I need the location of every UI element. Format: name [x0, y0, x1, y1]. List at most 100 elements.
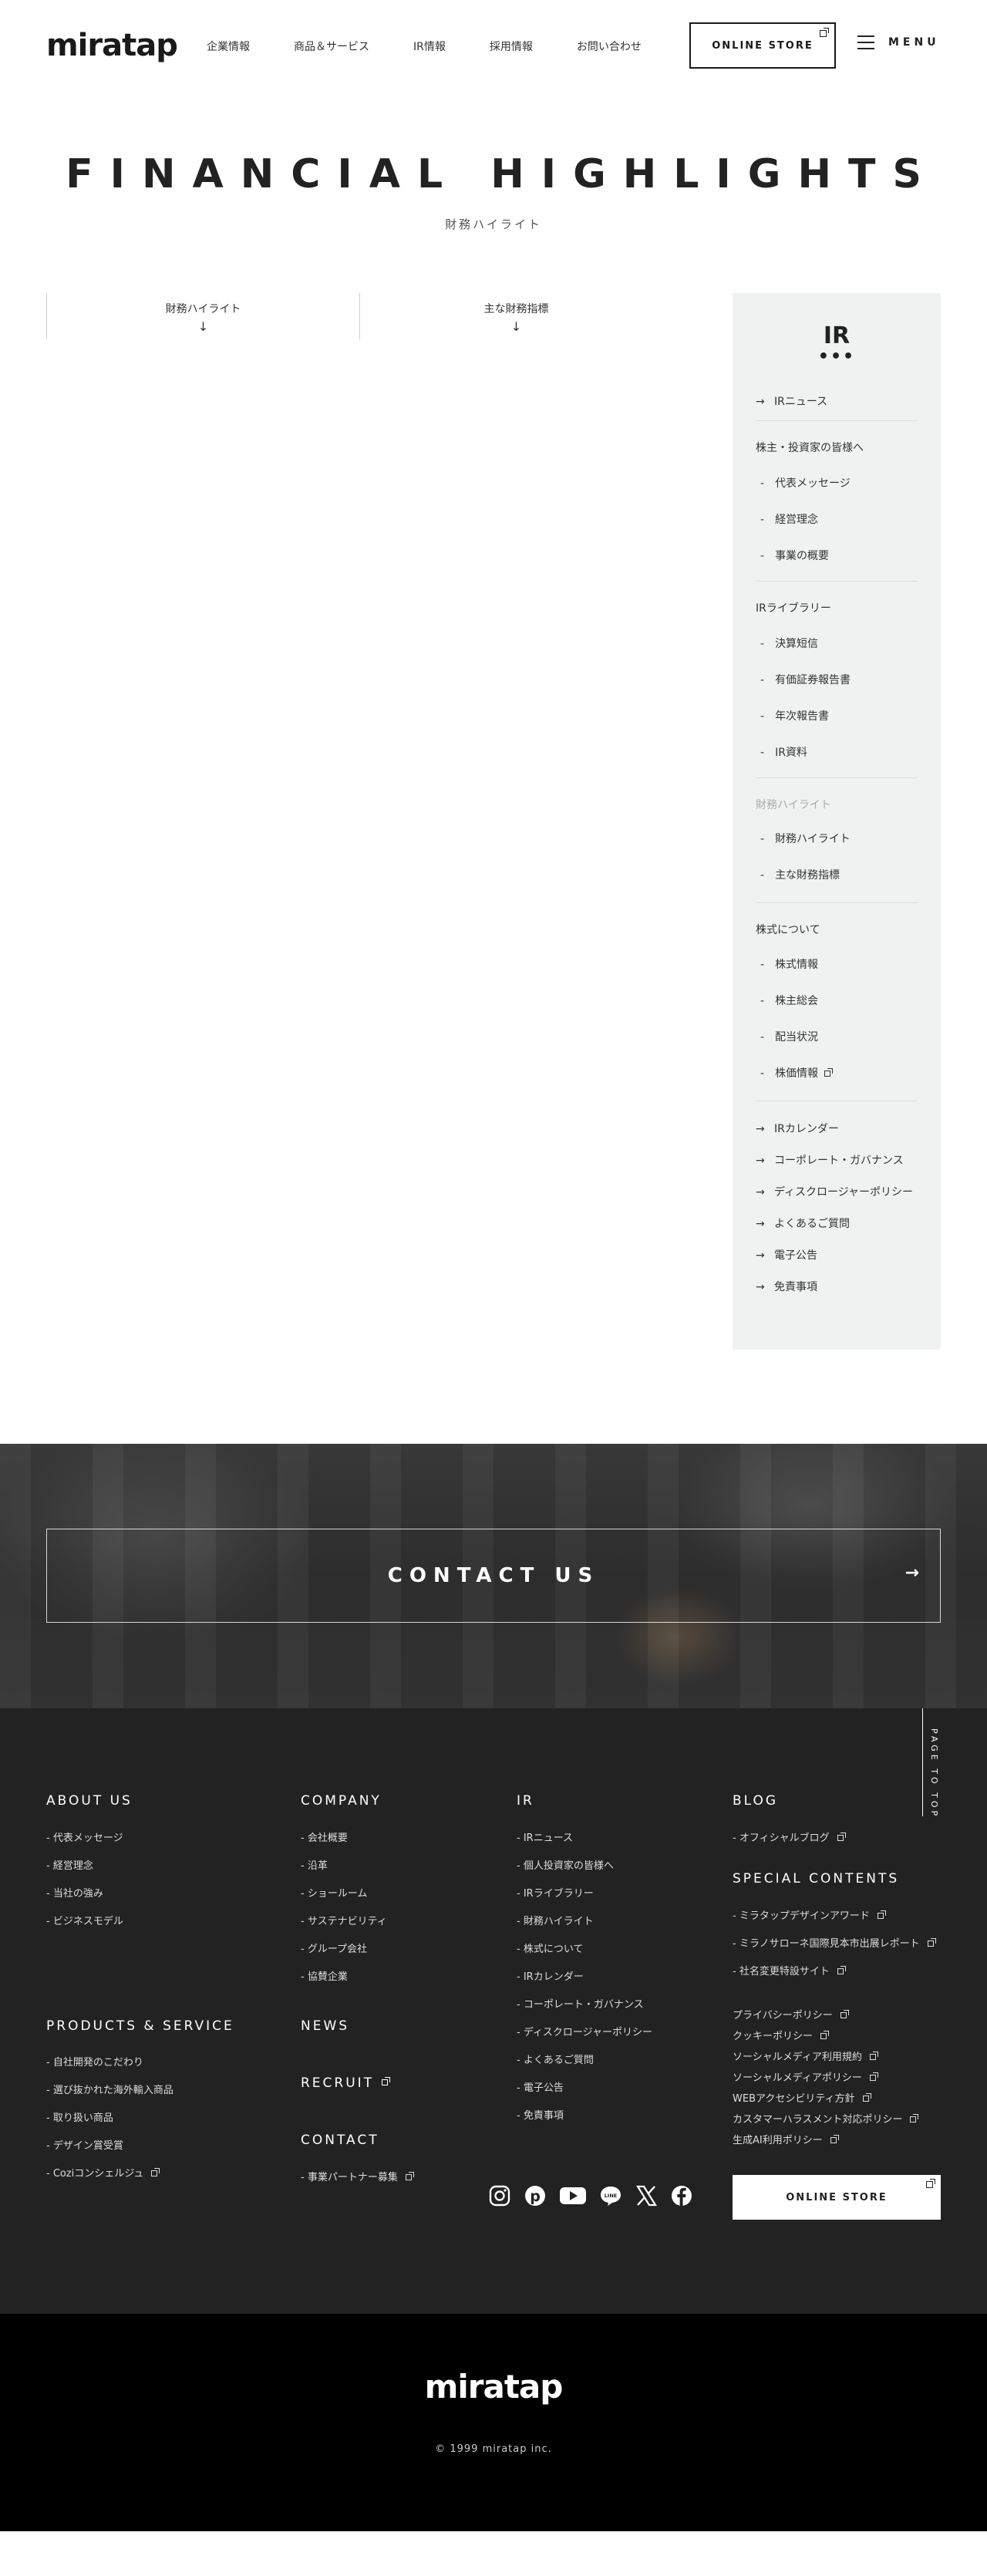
- footer-link[interactable]: - 会社概要: [301, 1829, 348, 1844]
- sidebar-item-highlights[interactable]: - 財務ハイライト: [760, 831, 851, 846]
- contact-us-button[interactable]: CONTACT US →: [46, 1529, 941, 1623]
- sidebar-item-stock-price[interactable]: - 株価情報: [760, 1065, 834, 1081]
- footer-link[interactable]: - 個人投資家の皆様へ: [517, 1857, 614, 1872]
- footer-link-milan[interactable]: - ミラノサローネ国際見本市出展レポート: [733, 1935, 936, 1950]
- line-icon[interactable]: LINE: [599, 2184, 622, 2207]
- anchor-key-indicators[interactable]: 主な財務指標 ↓: [359, 293, 672, 339]
- footer-heading-blog[interactable]: BLOG: [733, 1793, 778, 1809]
- footer-link[interactable]: - 株式について: [517, 1940, 583, 1955]
- footer-link[interactable]: - 沿革: [301, 1857, 328, 1872]
- footer-link[interactable]: - よくあるご質問: [517, 2052, 594, 2066]
- sidebar-item-ir-materials[interactable]: - IR資料: [760, 744, 807, 760]
- footer-link[interactable]: - IRライブラリー: [517, 1885, 594, 1900]
- footer-online-store-button[interactable]: ONLINE STORE: [733, 2175, 941, 2220]
- external-link-icon: [840, 2010, 849, 2018]
- footer-link[interactable]: - IRカレンダー: [517, 1968, 584, 1983]
- instagram-icon[interactable]: [488, 2184, 511, 2207]
- footer-link-sns-policy[interactable]: ソーシャルメディアポリシー: [733, 2069, 878, 2084]
- menu-button[interactable]: MENU: [857, 35, 940, 49]
- footer-link-partner[interactable]: - 事業パートナー募集: [301, 2169, 414, 2183]
- page-title: FINANCIAL HIGHLIGHTS: [66, 151, 938, 197]
- footer-link[interactable]: - デザイン賞受賞: [46, 2137, 123, 2152]
- footer-link[interactable]: - グループ会社: [301, 1940, 367, 1955]
- sidebar-item-e-notice[interactable]: → 電子公告: [756, 1247, 817, 1263]
- footer-link[interactable]: - サステナビリティ: [301, 1913, 387, 1927]
- footer-link[interactable]: - 代表メッセージ: [46, 1829, 123, 1844]
- footer-link[interactable]: - ビジネスモデル: [46, 1913, 123, 1927]
- nav-item-contact[interactable]: お問い合わせ: [577, 39, 642, 54]
- external-link-icon: [927, 1938, 936, 1947]
- nav-item-products[interactable]: 商品＆サービス: [294, 39, 369, 54]
- nav-item-company[interactable]: 企業情報: [207, 39, 250, 54]
- footer-link[interactable]: - 財務ハイライト: [517, 1913, 594, 1927]
- anchor-financial-highlights[interactable]: 財務ハイライト ↓: [46, 293, 359, 339]
- footer-link[interactable]: - ショールーム: [301, 1885, 367, 1900]
- footer-link[interactable]: - 協賛企業: [301, 1968, 348, 1983]
- footer-heading-ir[interactable]: IR: [517, 1793, 534, 1809]
- sidebar-heading-library[interactable]: IRライブラリー: [756, 600, 831, 615]
- sidebar-item-disclosure[interactable]: → ディスクロージャーポリシー: [756, 1184, 913, 1199]
- sidebar-item-annual-report[interactable]: - 年次報告書: [760, 708, 829, 723]
- footer-link-harassment[interactable]: カスタマーハラスメント対応ポリシー: [733, 2111, 919, 2126]
- footer-link-blog[interactable]: - オフィシャルブログ: [733, 1829, 846, 1844]
- footer-heading-recruit[interactable]: RECRUIT: [301, 2075, 391, 2091]
- sidebar-heading-stock[interactable]: 株式について: [756, 922, 820, 937]
- footer-heading-products[interactable]: PRODUCTS & SERVICE: [46, 2018, 234, 2034]
- footer-link-rename[interactable]: - 社名変更特設サイト: [733, 1963, 846, 1978]
- sidebar-item-ir-calendar[interactable]: → IRカレンダー: [756, 1121, 839, 1136]
- sidebar-item-message[interactable]: - 代表メッセージ: [760, 475, 851, 491]
- sidebar-item-dividends[interactable]: - 配当状況: [760, 1029, 818, 1044]
- footer-link-cozi[interactable]: - Coziコンシェルジュ: [46, 2165, 160, 2180]
- arrow-right-icon: →: [756, 1281, 765, 1293]
- footer-heading-about[interactable]: ABOUT US: [46, 1793, 133, 1809]
- youtube-icon[interactable]: [559, 2184, 587, 2207]
- sidebar-item-shareholders-meeting[interactable]: - 株主総会: [760, 993, 818, 1008]
- sidebar-item-key-indicators[interactable]: - 主な財務指標: [760, 867, 840, 882]
- footer-link-cookie[interactable]: クッキーポリシー: [733, 2028, 830, 2042]
- sidebar-item-philosophy[interactable]: - 経営理念: [760, 511, 818, 527]
- footer-link[interactable]: - コーポレート・ガバナンス: [517, 1996, 644, 2011]
- footer-heading-special[interactable]: SPECIAL CONTENTS: [733, 1871, 899, 1886]
- sidebar-heading-highlights-current[interactable]: 財務ハイライト: [756, 797, 831, 812]
- footer-link[interactable]: - 選び抜かれた海外輸入商品: [46, 2082, 173, 2096]
- footer-heading-contact[interactable]: CONTACT: [301, 2133, 379, 2148]
- sidebar-item-ir-news[interactable]: → IRニュース: [756, 393, 827, 409]
- facebook-icon[interactable]: [670, 2184, 693, 2207]
- footer-link[interactable]: - 免責事項: [517, 2107, 564, 2122]
- footer-link[interactable]: - IRニュース: [517, 1829, 573, 1844]
- footer-link[interactable]: - 当社の強み: [46, 1885, 103, 1900]
- arrow-down-icon: ↓: [197, 319, 209, 334]
- sidebar-item-faq[interactable]: → よくあるご質問: [756, 1216, 850, 1231]
- pinterest-icon[interactable]: p: [524, 2184, 547, 2207]
- sidebar-item-stock-info[interactable]: - 株式情報: [760, 956, 818, 972]
- arrow-right-icon: →: [756, 1218, 765, 1230]
- footer-heading-company[interactable]: COMPANY: [301, 1793, 382, 1809]
- sidebar-item-governance[interactable]: → コーポレート・ガバナンス: [756, 1152, 904, 1168]
- footer-link[interactable]: - ディスクロージャーポリシー: [517, 2024, 652, 2038]
- sidebar-item-securities-report[interactable]: - 有価証券報告書: [760, 672, 851, 687]
- footer-link[interactable]: - 経営理念: [46, 1857, 93, 1872]
- external-link-icon: [869, 2052, 878, 2060]
- footer-link[interactable]: - 自社開発のこだわり: [46, 2054, 143, 2069]
- footer-logo[interactable]: miratap: [0, 2368, 987, 2406]
- online-store-button[interactable]: ONLINE STORE: [689, 22, 836, 69]
- sidebar-item-tanshin[interactable]: - 決算短信: [760, 636, 818, 651]
- footer-heading-news[interactable]: NEWS: [301, 2018, 349, 2034]
- site-footer: PAGE TO TOP ABOUT US - 代表メッセージ - 経営理念 - …: [0, 1708, 987, 2314]
- site-logo[interactable]: miratap: [46, 28, 178, 63]
- nav-item-recruit[interactable]: 採用情報: [490, 39, 533, 54]
- arrow-down-icon: ↓: [510, 319, 522, 334]
- footer-link-sns-terms[interactable]: ソーシャルメディア利用規約: [733, 2048, 878, 2063]
- footer-link-ai-policy[interactable]: 生成AI利用ポリシー: [733, 2132, 839, 2146]
- footer-link[interactable]: - 取り扱い商品: [46, 2109, 113, 2124]
- sidebar-item-business[interactable]: - 事業の概要: [760, 548, 829, 563]
- footer-link[interactable]: - 電子公告: [517, 2079, 564, 2094]
- page-to-top-button[interactable]: PAGE TO TOP: [922, 1708, 941, 1819]
- x-icon[interactable]: [635, 2184, 658, 2207]
- footer-link-award[interactable]: - ミラタップデザインアワード: [733, 1907, 886, 1922]
- footer-link-privacy[interactable]: プライバシーポリシー: [733, 2007, 849, 2021]
- sidebar-item-disclaimer[interactable]: → 免責事項: [756, 1279, 817, 1294]
- nav-item-ir[interactable]: IR情報: [413, 39, 446, 54]
- footer-link-accessibility[interactable]: WEBアクセシビリティ方針: [733, 2090, 871, 2105]
- sidebar-heading-investors[interactable]: 株主・投資家の皆様へ: [756, 440, 864, 455]
